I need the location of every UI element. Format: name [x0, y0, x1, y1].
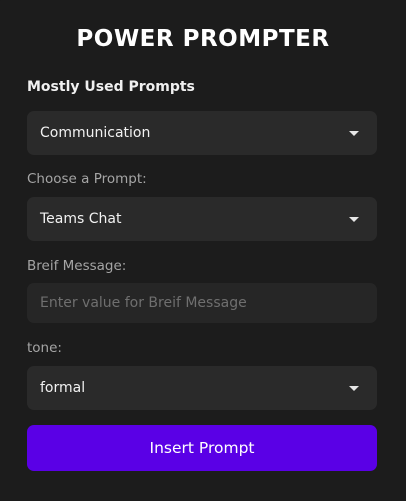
choose-prompt-label: Choose a Prompt:: [27, 171, 147, 187]
mostly-used-prompts-label: Mostly Used Prompts: [27, 79, 195, 95]
insert-prompt-button[interactable]: Insert Prompt: [27, 425, 377, 471]
tone-value: formal: [40, 380, 86, 396]
brief-message-input[interactable]: [27, 283, 377, 323]
mostly-used-prompts-select[interactable]: Communication: [27, 111, 377, 155]
tone-select[interactable]: formal: [27, 366, 377, 410]
chevron-down-icon: [349, 216, 359, 222]
app-title: POWER PROMPTER: [76, 26, 330, 52]
tone-label: tone:: [27, 340, 62, 356]
choose-prompt-select[interactable]: Teams Chat: [27, 197, 377, 241]
brief-message-label: Breif Message:: [27, 258, 127, 274]
choose-prompt-value: Teams Chat: [40, 211, 122, 227]
chevron-down-icon: [349, 130, 359, 136]
power-prompter-panel: POWER PROMPTER Mostly Used Prompts Commu…: [0, 0, 406, 501]
mostly-used-prompts-value: Communication: [40, 125, 151, 141]
chevron-down-icon: [349, 385, 359, 391]
